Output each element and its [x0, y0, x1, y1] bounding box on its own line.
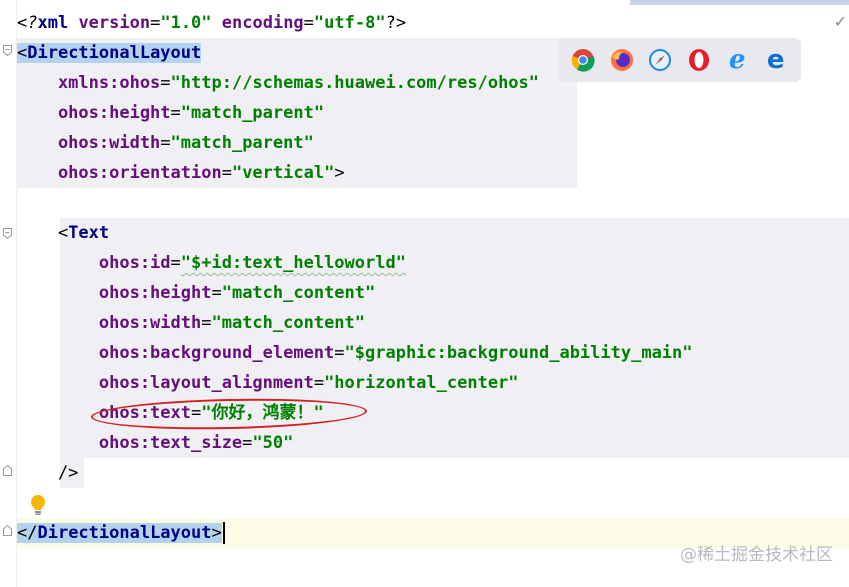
code-token: "horizontal_center" [324, 373, 519, 393]
code-token: "vertical" [231, 163, 335, 183]
code-token: > [211, 523, 222, 543]
code-token: version [78, 13, 151, 33]
code-token: > [334, 163, 345, 183]
editor-gutter [0, 0, 17, 587]
check-icon: ✓ [833, 12, 847, 31]
text-caret [222, 522, 225, 544]
code-token: DirectionalLayout [27, 43, 202, 63]
code-line[interactable]: ohos:orientation="vertical"> [17, 158, 345, 188]
code-line[interactable]: <DirectionalLayout [17, 38, 202, 68]
code-token: ohos:orientation [17, 163, 222, 183]
code-token: "match_parent" [180, 103, 325, 123]
code-line[interactable]: ohos:width="match_parent" [17, 128, 314, 158]
code-token: "utf-8" [313, 13, 386, 33]
code-token: "match_content" [211, 313, 366, 333]
code-token: ohos:id [17, 253, 171, 273]
code-token: < [17, 223, 69, 243]
code-token: = [150, 13, 161, 33]
safari-icon[interactable] [647, 47, 673, 73]
code-token: </ [17, 523, 38, 543]
firefox-icon[interactable] [609, 47, 635, 73]
code-token: "match_parent" [170, 133, 314, 153]
code-token: "http://schemas.huawei.com/res/ohos" [170, 73, 540, 93]
code-token: xmlns:ohos [17, 73, 161, 93]
code-token: ohos:layout_alignment [17, 373, 314, 393]
ie-icon[interactable]: e [724, 45, 750, 75]
code-token: /> [17, 463, 79, 483]
code-line[interactable]: </DirectionalLayout> [17, 518, 225, 548]
scroll-marker [630, 0, 849, 5]
code-line[interactable]: xmlns:ohos="http://schemas.huawei.com/re… [17, 68, 539, 98]
code-token: = [201, 313, 212, 333]
code-line[interactable]: ohos:width="match_content" [17, 308, 365, 338]
browser-preview-bar: e e [558, 38, 801, 82]
code-token: ohos:width [17, 133, 161, 153]
code-token: xml [37, 13, 79, 33]
code-token: = [211, 283, 222, 303]
code-token: Text [68, 223, 110, 243]
code-token: ohos:width [17, 313, 202, 333]
code-token: "$+id:text_helloworld" [180, 253, 406, 273]
code-token: "1.0" [160, 13, 212, 33]
code-line[interactable]: <?xml version="1.0" encoding="utf-8"?> [17, 8, 406, 38]
code-token: = [160, 73, 171, 93]
code-token: DirectionalLayout [37, 523, 212, 543]
code-token: ohos:height [17, 103, 171, 123]
fold-end-icon[interactable] [3, 525, 12, 536]
code-token: ohos:text_size [17, 433, 243, 453]
code-line[interactable]: ohos:text_size="50" [17, 428, 294, 458]
code-token: < [17, 43, 28, 63]
watermark: @稀土掘金技术社区 [680, 545, 833, 565]
code-line[interactable]: ohos:height="match_parent" [17, 98, 324, 128]
fold-end-icon[interactable] [3, 465, 12, 476]
code-token: = [170, 253, 181, 273]
code-token: = [221, 163, 232, 183]
code-line[interactable]: ohos:id="$+id:text_helloworld" [17, 248, 406, 278]
edge-icon[interactable]: e [763, 45, 789, 75]
code-line[interactable]: ohos:layout_alignment="horizontal_center… [17, 368, 519, 398]
code-token: = [313, 373, 325, 393]
code-token: "50" [252, 433, 294, 453]
code-token: = [170, 103, 181, 123]
chrome-icon[interactable] [570, 47, 596, 73]
code-line[interactable]: /> [17, 458, 78, 488]
code-token: = [334, 343, 345, 363]
code-token: encoding [221, 13, 304, 33]
code-line[interactable]: ohos:height="match_content" [17, 278, 375, 308]
code-token: ohos:background_element [17, 343, 335, 363]
code-token: = [242, 433, 253, 453]
code-token: = [303, 13, 314, 33]
code-token: = [160, 133, 171, 153]
code-token: <? [17, 13, 38, 33]
code-line[interactable]: <Text [17, 218, 109, 248]
lightbulb-icon[interactable] [28, 494, 48, 516]
fold-marker-icon[interactable] [3, 45, 12, 56]
code-token: "$graphic:background_ability_main" [344, 343, 693, 363]
code-token: "match_content" [221, 283, 376, 303]
fold-marker-icon[interactable] [3, 228, 12, 239]
code-line[interactable]: ohos:background_element="$graphic:backgr… [17, 338, 693, 368]
opera-icon[interactable] [686, 47, 712, 73]
code-token: ohos:height [17, 283, 212, 303]
code-token: ?> [385, 13, 407, 33]
